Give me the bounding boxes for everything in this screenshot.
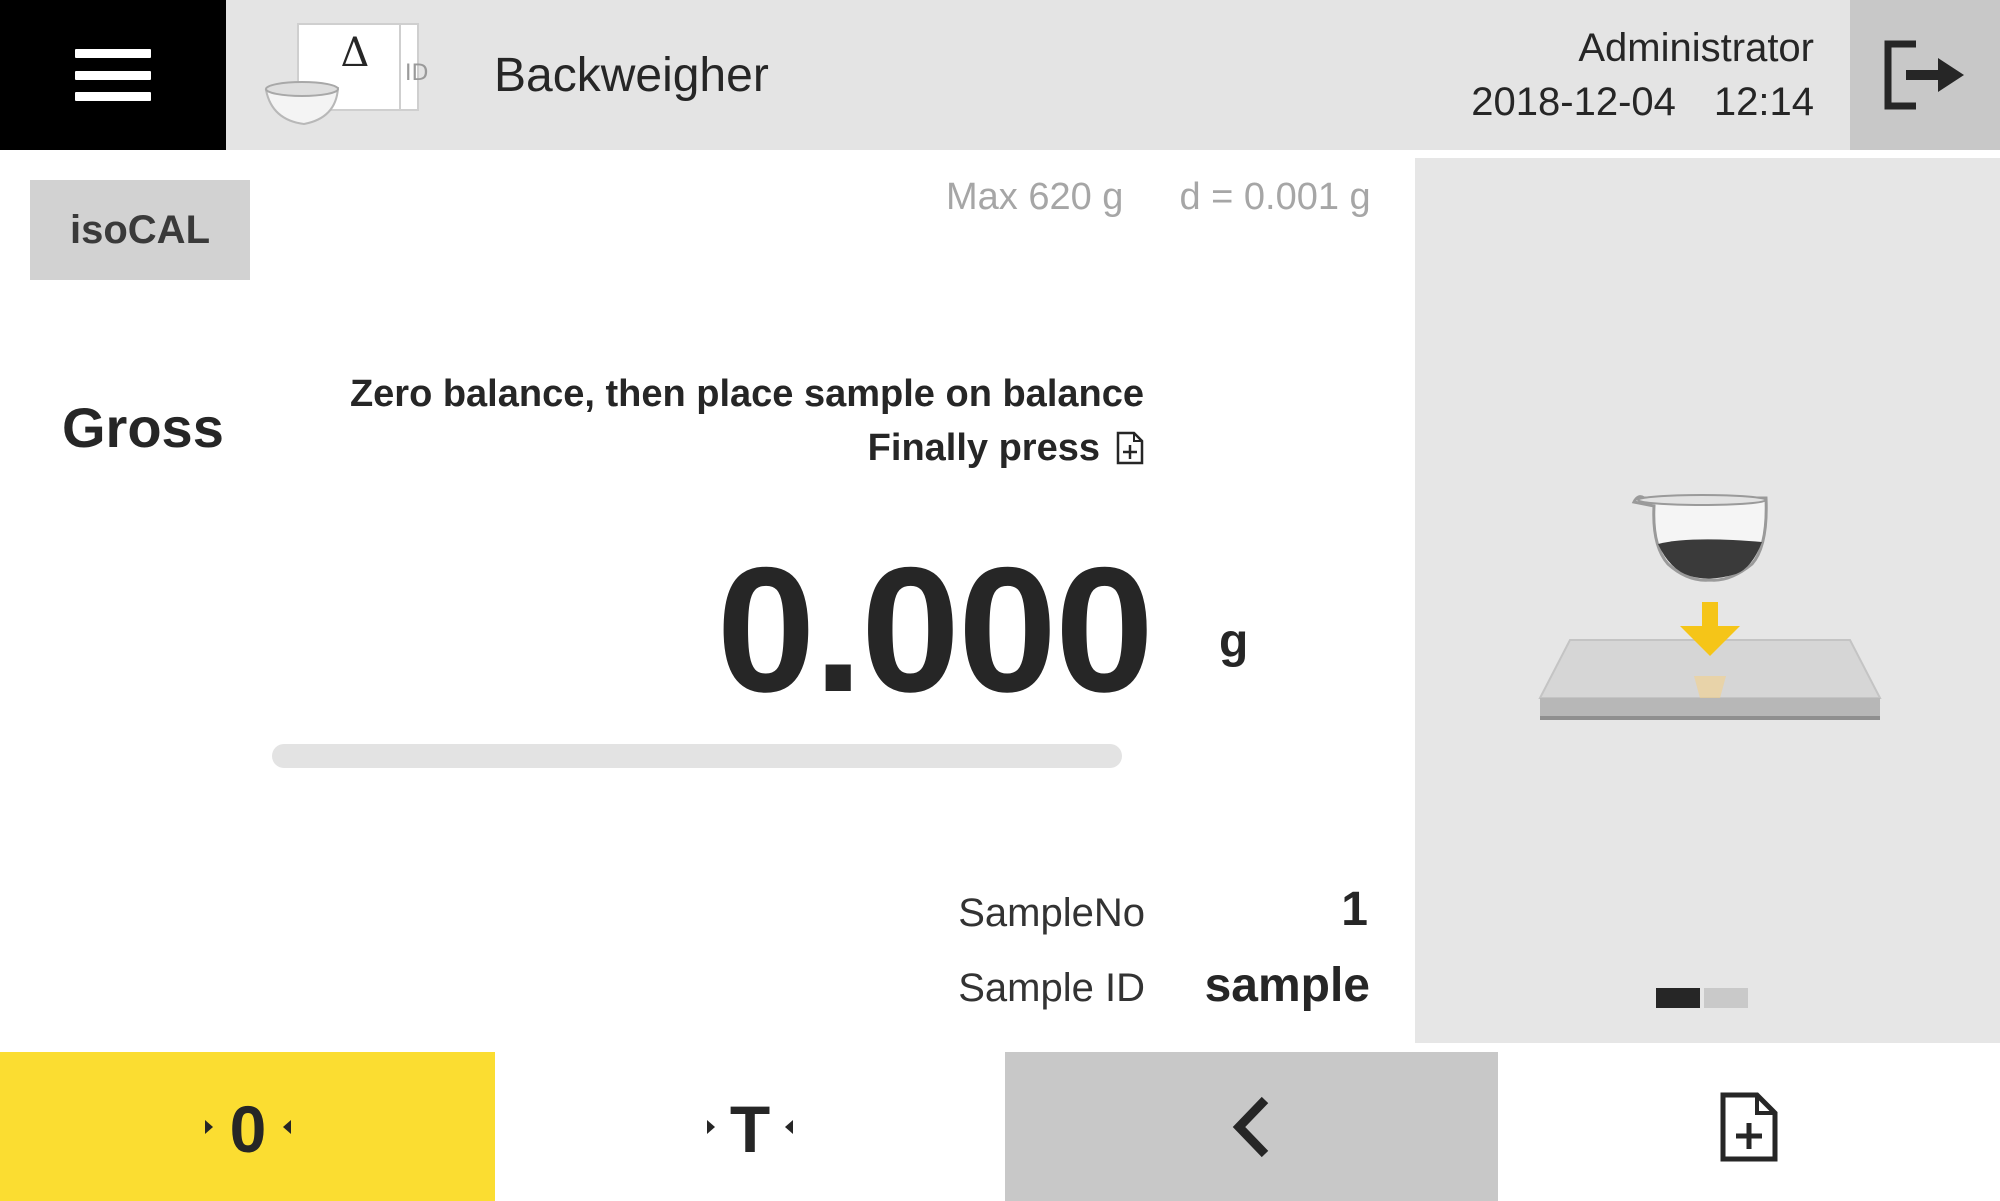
sample-id-value: sample xyxy=(1204,959,1370,1012)
app-title: Backweigher xyxy=(494,49,769,102)
date-text: 2018-12-04 xyxy=(1471,80,1676,124)
svg-text:T: T xyxy=(730,1094,770,1160)
user-name: Administrator xyxy=(1578,26,1814,70)
instruction-line-2: Finally press xyxy=(868,424,1144,472)
sample-no-value: 1 xyxy=(1341,883,1368,936)
down-arrow-shaft xyxy=(1702,602,1718,626)
time-text: 12:14 xyxy=(1713,80,1814,124)
instruction-line-1: Zero balance, then place sample on balan… xyxy=(349,373,1144,415)
logout-icon xyxy=(1884,40,1964,110)
date-time: 2018-12-04 12:14 xyxy=(1471,78,1814,126)
stability-progress-bar xyxy=(272,744,1122,768)
add-document-icon xyxy=(1116,431,1144,465)
tare-button[interactable]: T xyxy=(495,1052,1005,1201)
readability: d = 0.001 g xyxy=(1179,176,1371,218)
place-sample-illustration xyxy=(1530,490,1890,740)
isocal-button[interactable]: isoCAL xyxy=(30,180,250,280)
zero-button[interactable]: 0 xyxy=(0,1052,495,1201)
sample-id-label: Sample ID xyxy=(958,966,1145,1010)
id-glyph: ID xyxy=(405,61,428,86)
add-sample-button[interactable] xyxy=(1498,1052,2000,1201)
menu-button[interactable] xyxy=(0,0,226,150)
page-indicator xyxy=(1656,988,1748,1008)
logout-button[interactable] xyxy=(1850,0,2000,150)
weight-value: 0.000 xyxy=(716,530,1154,729)
instruction-line-2-text: Finally press xyxy=(867,427,1100,469)
delta-glyph: Δ xyxy=(341,30,370,76)
hamburger-icon xyxy=(75,49,151,101)
chevron-left-icon xyxy=(1232,1096,1268,1157)
zero-icon: 0 xyxy=(204,1094,291,1160)
svg-text:0: 0 xyxy=(229,1094,266,1160)
scale-specs: Max 620 g d = 0.001 g xyxy=(946,176,1371,219)
weight-unit: g xyxy=(1219,615,1249,668)
sample-no-label: SampleNo xyxy=(958,891,1145,935)
weight-mode-label: Gross xyxy=(62,396,224,459)
page-dot-1[interactable] xyxy=(1656,988,1700,1008)
page-dot-2[interactable] xyxy=(1704,988,1748,1008)
tare-icon: T xyxy=(707,1094,793,1160)
back-button[interactable] xyxy=(1005,1052,1498,1201)
backweigher-app-icon: Δ ID xyxy=(260,22,450,140)
add-document-icon xyxy=(1720,1092,1778,1161)
max-capacity: Max 620 g xyxy=(946,176,1124,218)
